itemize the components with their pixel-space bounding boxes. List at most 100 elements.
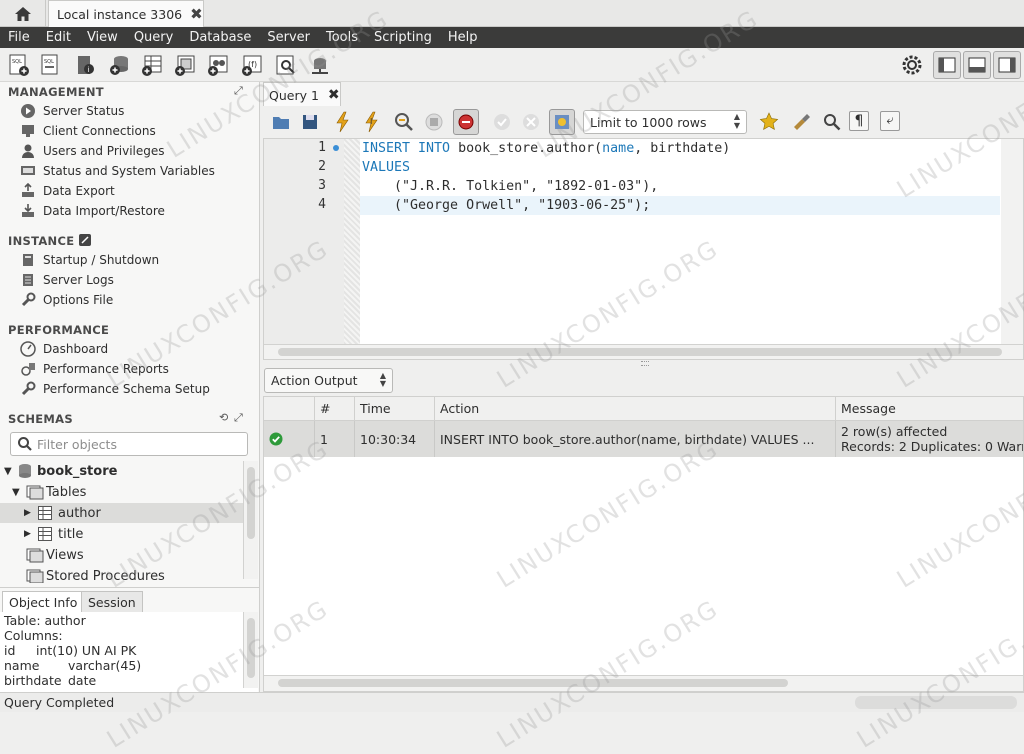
row-message-cell: 2 row(s) affected Records: 2 Duplicates:… xyxy=(836,421,1023,457)
column-header-number[interactable]: # xyxy=(315,397,355,421)
save-icon[interactable] xyxy=(300,112,320,132)
splitter-handle[interactable] xyxy=(641,361,649,366)
execute-current-icon[interactable]: I xyxy=(362,111,382,133)
tree-table-title[interactable]: ▶ title xyxy=(24,524,83,544)
stop-hand-icon[interactable] xyxy=(423,111,445,133)
tree-schema-book-store[interactable]: ▼ book_store xyxy=(4,461,117,481)
column-header-time[interactable]: Time xyxy=(355,397,435,421)
connection-tab[interactable]: Local instance 3306 ✖ xyxy=(48,0,204,27)
sidebar-item-client-connections[interactable]: Client Connections xyxy=(20,121,156,141)
filter-objects-input[interactable]: Filter objects xyxy=(10,432,248,456)
menu-edit[interactable]: Edit xyxy=(38,30,79,45)
beautify-brush-icon[interactable] xyxy=(790,111,812,133)
sidebar-item-server-status[interactable]: Server Status xyxy=(20,101,124,121)
invisible-chars-pilcrow-icon[interactable]: ¶ xyxy=(849,111,869,131)
add-snippet-star-icon[interactable] xyxy=(758,111,780,133)
create-function-icon[interactable]: (f) xyxy=(240,53,264,77)
sidebar-item-users[interactable]: Users and Privileges xyxy=(20,141,165,161)
wrap-lines-icon[interactable]: ⤶ xyxy=(880,111,900,131)
home-button[interactable] xyxy=(0,0,46,27)
sidebar-item-data-export[interactable]: Data Export xyxy=(20,181,115,201)
menu-help[interactable]: Help xyxy=(440,30,486,45)
dashboard-gauge-icon xyxy=(20,341,36,357)
sidebar-item-status-variables[interactable]: Status and System Variables xyxy=(20,161,215,181)
table-row[interactable]: 1 10:30:34 INSERT INTO book_store.author… xyxy=(264,421,1023,457)
sidebar-item-data-import[interactable]: Data Import/Restore xyxy=(20,201,165,221)
instance-status-icon xyxy=(78,234,91,246)
expand-icon[interactable]: ⤢ xyxy=(234,84,243,98)
toggle-stop-on-error-button[interactable] xyxy=(453,109,479,135)
menu-view[interactable]: View xyxy=(79,30,126,45)
open-inspector-icon[interactable]: i xyxy=(73,53,97,77)
commit-check-icon[interactable] xyxy=(491,111,513,133)
menu-query[interactable]: Query xyxy=(126,30,182,45)
toggle-autocommit-button[interactable] xyxy=(549,109,575,135)
table-icon xyxy=(38,527,52,541)
open-folder-icon[interactable] xyxy=(271,112,291,132)
tree-views-folder[interactable]: Views xyxy=(26,545,84,565)
create-schema-icon[interactable] xyxy=(108,53,132,77)
editor-vertical-scrollbar[interactable] xyxy=(1001,139,1023,344)
tab-object-info[interactable]: Object Info xyxy=(2,591,85,613)
tree-scrollbar[interactable] xyxy=(243,461,258,579)
refresh-icon[interactable]: ⟲ xyxy=(219,411,228,424)
menu-scripting[interactable]: Scripting xyxy=(366,30,440,45)
new-sql-tab-icon[interactable]: SQL xyxy=(7,53,31,77)
info-column-row: birthdate date xyxy=(4,673,97,688)
info-scrollbar[interactable] xyxy=(243,612,258,688)
sidebar-item-options-file[interactable]: Options File xyxy=(20,290,113,310)
preferences-gear-icon[interactable] xyxy=(901,54,923,76)
output-type-select[interactable]: Action Output ▲ ▼ xyxy=(264,368,393,393)
editor-horizontal-scrollbar[interactable] xyxy=(264,344,1023,359)
column-header-action[interactable]: Action xyxy=(435,397,836,421)
tree-tables-folder[interactable]: ▼ Tables xyxy=(12,482,86,502)
execute-lightning-icon[interactable] xyxy=(333,111,353,133)
toggle-secondary-sidebar-button[interactable] xyxy=(993,51,1021,79)
find-icon[interactable] xyxy=(821,111,843,133)
sidebar-item-dashboard[interactable]: Dashboard xyxy=(20,339,108,359)
sidebar-item-performance-reports[interactable]: Performance Reports xyxy=(20,359,169,379)
tree-procedures-folder[interactable]: Stored Procedures xyxy=(26,566,165,583)
create-view-icon[interactable] xyxy=(173,53,197,77)
rollback-icon[interactable] xyxy=(520,111,542,133)
query-tabs: Query 1 ✖ xyxy=(263,82,1024,107)
column-header-status[interactable] xyxy=(264,397,315,421)
tab-query-1[interactable]: Query 1 ✖ xyxy=(263,82,341,107)
toggle-sidebar-button[interactable] xyxy=(933,51,961,79)
reports-icon xyxy=(20,361,36,377)
search-table-data-icon[interactable] xyxy=(274,53,298,77)
monitor-settings-icon xyxy=(20,163,36,179)
sidebar-item-schema-setup[interactable]: Performance Schema Setup xyxy=(20,379,210,399)
action-output-grid: # Time Action Message 1 10:30:34 INSERT … xyxy=(263,396,1024,692)
reconnect-icon[interactable] xyxy=(308,53,332,77)
log-icon xyxy=(20,272,36,288)
output-horizontal-scrollbar[interactable] xyxy=(264,675,1023,691)
connection-tab-label: Local instance 3306 xyxy=(57,6,183,22)
sidebar-layout-icon xyxy=(938,57,956,73)
menu-database[interactable]: Database xyxy=(181,30,259,45)
close-icon[interactable]: ✖ xyxy=(190,5,203,23)
toggle-output-button[interactable] xyxy=(963,51,991,79)
limit-rows-select[interactable]: Limit to 1000 rows ▲ ▼ xyxy=(583,110,747,134)
column-header-message[interactable]: Message xyxy=(836,397,1023,421)
menu-tools[interactable]: Tools xyxy=(318,30,366,45)
open-sql-script-icon[interactable]: SQL xyxy=(39,53,63,77)
create-procedure-icon[interactable] xyxy=(206,53,230,77)
menu-file[interactable]: File xyxy=(0,30,38,45)
limit-rows-label: Limit to 1000 rows xyxy=(590,114,707,130)
menu-server[interactable]: Server xyxy=(259,30,318,45)
expand-schemas-icon[interactable]: ⤢ xyxy=(234,411,243,425)
close-icon[interactable]: ✖ xyxy=(328,87,340,103)
sidebar-item-startup[interactable]: Startup / Shutdown xyxy=(20,250,159,270)
tree-table-author[interactable]: ▶ author xyxy=(0,503,243,523)
sql-editor[interactable]: 1 2 3 4 INSERT INTO book_store.author(na… xyxy=(263,138,1024,360)
sidebar-item-label: Startup / Shutdown xyxy=(43,253,160,267)
explain-icon[interactable] xyxy=(393,111,415,133)
tab-session[interactable]: Session xyxy=(81,591,143,613)
message-line-1: 2 row(s) affected xyxy=(841,424,948,439)
sidebar-item-label: Server Logs xyxy=(43,273,114,287)
object-info-panel: Table: author Columns: id int(10) UN AI P… xyxy=(0,612,258,692)
home-icon xyxy=(14,6,31,21)
create-table-icon[interactable] xyxy=(140,53,164,77)
sidebar-item-server-logs[interactable]: Server Logs xyxy=(20,270,114,290)
